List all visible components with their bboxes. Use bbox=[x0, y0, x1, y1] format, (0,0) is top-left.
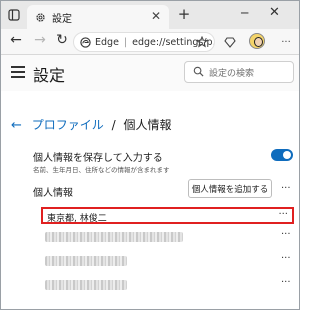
page-title: 設定 bbox=[33, 66, 66, 85]
back-button[interactable]: ← bbox=[7, 32, 25, 48]
menu-icon[interactable] bbox=[11, 66, 25, 78]
list-item[interactable]: ··· bbox=[45, 253, 299, 266]
settings-header: 設定 設定の検索 bbox=[1, 55, 299, 91]
breadcrumb-profile-link[interactable]: プロファイル bbox=[32, 118, 104, 132]
collections-icon[interactable] bbox=[221, 33, 239, 51]
entry-more-button[interactable]: ··· bbox=[281, 229, 291, 240]
entry-text: 東京都, 林俊二 bbox=[47, 214, 107, 224]
breadcrumb-back-icon[interactable]: ← bbox=[11, 118, 22, 133]
tab-settings[interactable]: 設定 ✕ bbox=[27, 5, 169, 29]
forward-button[interactable]: → bbox=[31, 32, 49, 48]
new-tab-button[interactable]: + bbox=[175, 5, 193, 23]
minimize-button[interactable]: ─ bbox=[241, 6, 248, 20]
breadcrumb-current: 個人情報 bbox=[123, 118, 172, 132]
save-personal-info-toggle[interactable] bbox=[271, 149, 293, 161]
search-icon bbox=[193, 66, 204, 80]
redacted-text bbox=[45, 280, 127, 290]
tab-actions-icon[interactable] bbox=[5, 6, 23, 24]
edge-logo-icon bbox=[80, 36, 91, 48]
close-window-button[interactable]: ✕ bbox=[269, 5, 280, 20]
breadcrumb: ← プロファイル / 個人情報 bbox=[11, 116, 171, 133]
list-item[interactable]: ··· bbox=[45, 229, 299, 242]
entry-more-button[interactable]: ··· bbox=[278, 209, 288, 220]
avatar[interactable] bbox=[249, 33, 265, 49]
reload-button[interactable]: ↻ bbox=[53, 32, 71, 48]
address-separator: | bbox=[123, 36, 128, 48]
tab-title: 設定 bbox=[52, 13, 72, 25]
add-personal-info-button[interactable]: 個人情報を追加する bbox=[188, 179, 272, 198]
personal-info-heading: 個人情報 bbox=[33, 188, 73, 199]
save-personal-info-description: 名前、生年月日、住所などの情報が含まれます bbox=[33, 166, 170, 174]
redacted-text bbox=[45, 232, 183, 242]
search-placeholder: 設定の検索 bbox=[209, 68, 255, 79]
settings-gear-icon bbox=[35, 8, 46, 27]
browser-toolbar: ← → ↻ Edge | edge://settings/p... ··· bbox=[1, 29, 299, 55]
redacted-text bbox=[45, 256, 127, 266]
favorite-icon[interactable] bbox=[193, 33, 211, 51]
close-tab-icon[interactable]: ✕ bbox=[151, 9, 161, 23]
save-personal-info-label: 個人情報を保存して入力する bbox=[33, 153, 163, 164]
entry-more-button[interactable]: ··· bbox=[281, 277, 291, 288]
tab-strip: 設定 ✕ + ─ ✕ bbox=[1, 1, 299, 29]
search-input[interactable]: 設定の検索 bbox=[184, 61, 294, 83]
breadcrumb-separator: / bbox=[111, 118, 116, 132]
more-icon[interactable]: ··· bbox=[277, 33, 295, 51]
address-edge-label: Edge bbox=[95, 36, 119, 48]
section-more-button[interactable]: ··· bbox=[281, 183, 291, 194]
list-item[interactable]: 東京都, 林俊二 ··· bbox=[41, 207, 294, 224]
settings-content: ← プロファイル / 個人情報 個人情報を保存して入力する 名前、生年月日、住所… bbox=[1, 91, 299, 309]
entry-more-button[interactable]: ··· bbox=[281, 253, 291, 264]
list-item[interactable]: ··· bbox=[45, 277, 299, 290]
browser-window: 設定 ✕ + ─ ✕ ← → ↻ Edge | edge://settings/… bbox=[0, 0, 300, 310]
